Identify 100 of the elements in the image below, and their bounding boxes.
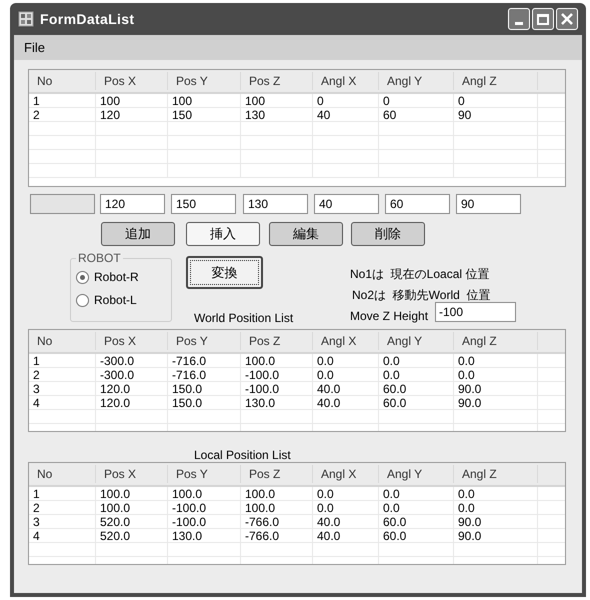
column-header[interactable]: Pos Z bbox=[241, 332, 313, 350]
table-cell: 100.0 bbox=[96, 487, 168, 500]
column-header[interactable]: Angl Z bbox=[454, 332, 538, 350]
input-field[interactable]: 150 bbox=[171, 194, 236, 214]
table-cell: 150.0 bbox=[168, 382, 241, 395]
table-cell: 0.0 bbox=[454, 487, 538, 500]
column-header[interactable]: Angl Z bbox=[454, 72, 538, 90]
list-label: World Position List bbox=[194, 310, 294, 327]
input-field[interactable]: 120 bbox=[100, 194, 165, 214]
app-icon bbox=[18, 11, 34, 27]
column-header[interactable]: Pos X bbox=[96, 332, 168, 350]
table-cell: 130.0 bbox=[168, 529, 241, 542]
column-header[interactable]: Angl Y bbox=[379, 465, 454, 483]
column-header[interactable]: Pos Z bbox=[241, 72, 313, 90]
table-cell: 60.0 bbox=[379, 529, 454, 542]
column-header[interactable]: Pos Y bbox=[168, 465, 241, 483]
table-cell: 40.0 bbox=[313, 515, 379, 528]
table-cell: 2 bbox=[29, 368, 96, 381]
table-cell: 100.0 bbox=[241, 354, 313, 367]
table-cell: 0.0 bbox=[379, 354, 454, 367]
close-button[interactable] bbox=[556, 8, 578, 30]
table-cell: 4 bbox=[29, 529, 96, 542]
input-field[interactable]: -100 bbox=[435, 302, 516, 322]
table-cell: 100.0 bbox=[96, 501, 168, 514]
table-cell: 120.0 bbox=[96, 396, 168, 409]
table-cell: 1 bbox=[29, 487, 96, 500]
table-cell: 120.0 bbox=[96, 382, 168, 395]
radio-button[interactable]: Robot-R bbox=[76, 268, 139, 286]
field-label: Move Z Height bbox=[350, 308, 428, 325]
list-label: Local Position List bbox=[194, 447, 291, 464]
table-cell: 90 bbox=[454, 108, 538, 121]
table-cell: 60 bbox=[379, 108, 454, 121]
table-cell: 1 bbox=[29, 354, 96, 367]
column-header[interactable]: Angl Y bbox=[379, 332, 454, 350]
column-header[interactable]: No bbox=[29, 332, 96, 350]
table-cell: 0.0 bbox=[313, 354, 379, 367]
column-header[interactable]: Angl X bbox=[313, 332, 379, 350]
table-cell: 150.0 bbox=[168, 396, 241, 409]
column-header[interactable]: Angl Y bbox=[379, 72, 454, 90]
table-cell: 0.0 bbox=[313, 487, 379, 500]
convert-button[interactable]: 変換 bbox=[186, 256, 263, 289]
table-cell: 0.0 bbox=[454, 354, 538, 367]
table-cell: -766.0 bbox=[241, 529, 313, 542]
button[interactable]: 追加 bbox=[101, 222, 175, 246]
window-title: FormDataList bbox=[40, 10, 134, 28]
table-cell: 120 bbox=[96, 108, 168, 121]
column-header[interactable]: Pos Y bbox=[168, 332, 241, 350]
column-header[interactable]: No bbox=[29, 72, 96, 90]
table-cell: 40 bbox=[313, 108, 379, 121]
table-cell: 0.0 bbox=[454, 368, 538, 381]
column-header[interactable]: No bbox=[29, 465, 96, 483]
column-header[interactable]: Pos X bbox=[96, 72, 168, 90]
button[interactable]: 挿入 bbox=[186, 222, 260, 246]
column-header[interactable]: Angl X bbox=[313, 465, 379, 483]
table-cell: 100 bbox=[96, 94, 168, 107]
note-text: No1は 現在のLoacal 位置 bbox=[350, 266, 490, 283]
input-field[interactable]: 40 bbox=[314, 194, 379, 214]
table-cell: 0.0 bbox=[454, 501, 538, 514]
input-field[interactable]: 130 bbox=[243, 194, 308, 214]
table-cell: 60.0 bbox=[379, 382, 454, 395]
table-cell: -300.0 bbox=[96, 368, 168, 381]
table-cell: 0.0 bbox=[379, 501, 454, 514]
table-cell: -300.0 bbox=[96, 354, 168, 367]
list-view[interactable]: No Pos X Pos Y Pos Z Angl X Angl Y Angl Z 1 -300.0 -716.0 100.0 0.0 0.0 0.0 2 -300.0 -716.0 -100.0 0.0 0.0 0.0 3 120.0 150.0 -100.0 40.0 60.0 90.0 4 120.0 150.0 130.0 40.0 60.0 90.0 bbox=[28, 329, 566, 432]
table-cell: -100.0 bbox=[168, 515, 241, 528]
table-cell: 130 bbox=[241, 108, 313, 121]
button[interactable]: 削除 bbox=[351, 222, 425, 246]
radio-button[interactable]: Robot-L bbox=[76, 291, 137, 309]
column-header[interactable]: Pos X bbox=[96, 465, 168, 483]
column-header[interactable]: Pos Z bbox=[241, 465, 313, 483]
button[interactable]: 編集 bbox=[269, 222, 343, 246]
table-cell: 2 bbox=[29, 108, 96, 121]
input-field[interactable]: 90 bbox=[456, 194, 521, 214]
table-cell: 90.0 bbox=[454, 396, 538, 409]
table-cell: 0.0 bbox=[379, 368, 454, 381]
table-cell: -766.0 bbox=[241, 515, 313, 528]
table-cell: 60.0 bbox=[379, 396, 454, 409]
column-header[interactable]: Angl X bbox=[313, 72, 379, 90]
list-view[interactable]: No Pos X Pos Y Pos Z Angl X Angl Y Angl Z 1 100 100 100 0 0 0 2 120 150 130 40 60 90 bbox=[28, 69, 566, 187]
table-cell: -100.0 bbox=[168, 501, 241, 514]
table-cell: 0 bbox=[379, 94, 454, 107]
table-cell: -716.0 bbox=[168, 354, 241, 367]
minimize-button[interactable] bbox=[508, 8, 530, 30]
table-cell: 1 bbox=[29, 94, 96, 107]
table-cell: -100.0 bbox=[241, 368, 313, 381]
table-cell: 3 bbox=[29, 515, 96, 528]
table-cell: 90.0 bbox=[454, 515, 538, 528]
maximize-button[interactable] bbox=[532, 8, 554, 30]
table-cell: -716.0 bbox=[168, 368, 241, 381]
table-cell: 520.0 bbox=[96, 515, 168, 528]
menu-item[interactable]: File bbox=[24, 38, 45, 58]
table-cell: 0.0 bbox=[313, 368, 379, 381]
column-header[interactable]: Pos Y bbox=[168, 72, 241, 90]
table-cell: 90.0 bbox=[454, 382, 538, 395]
column-header[interactable]: Angl Z bbox=[454, 465, 538, 483]
input-field[interactable]: 60 bbox=[385, 194, 450, 214]
table-cell: 0.0 bbox=[379, 487, 454, 500]
table-cell: 40.0 bbox=[313, 529, 379, 542]
table-cell: 90.0 bbox=[454, 529, 538, 542]
list-view[interactable]: No Pos X Pos Y Pos Z Angl X Angl Y Angl Z 1 100.0 100.0 100.0 0.0 0.0 0.0 2 100.0 -100.0 100.0 0.0 0.0 0.0 3 520.0 -100.0 -766.0 40.0 60.0 90.0 4 520.0 130.0 -766.0 40.0 60.0 90.0 bbox=[28, 462, 566, 565]
